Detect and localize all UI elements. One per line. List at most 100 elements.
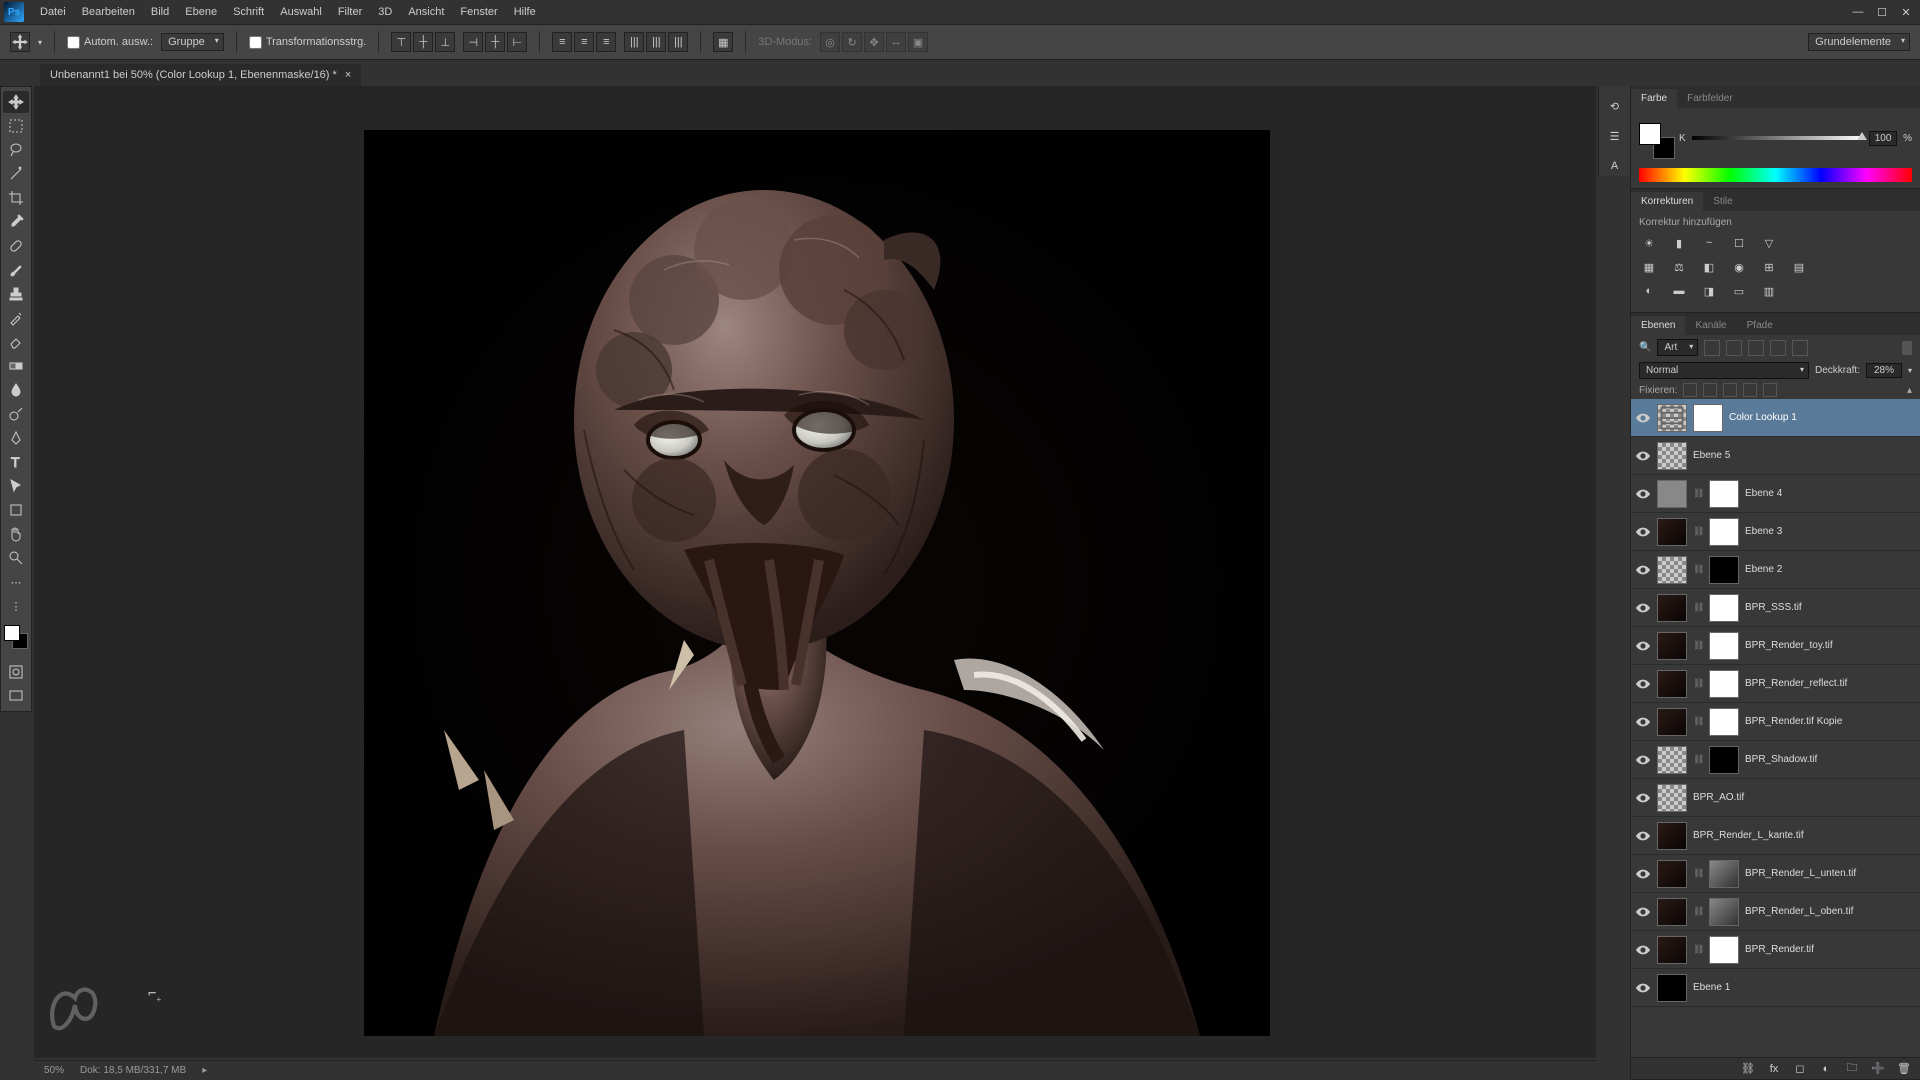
filter-toggle[interactable] <box>1902 341 1912 355</box>
3d-orbit-icon[interactable]: ◎ <box>820 32 840 52</box>
new-fill-adjustment-icon[interactable]: ◐ <box>1818 1061 1834 1077</box>
layer-row[interactable]: Ebene 1 <box>1631 969 1920 1007</box>
layer-row[interactable]: ⛓BPR_Render_reflect.tif <box>1631 665 1920 703</box>
menu-datei[interactable]: Datei <box>32 2 74 22</box>
menu-auswahl[interactable]: Auswahl <box>272 2 330 22</box>
layer-thumbnail[interactable] <box>1657 404 1687 432</box>
eraser-tool[interactable] <box>3 331 29 353</box>
menu-ebene[interactable]: Ebene <box>177 2 225 22</box>
layer-thumbnail[interactable] <box>1657 632 1687 660</box>
lock-pixels-icon[interactable] <box>1703 383 1717 397</box>
layer-row[interactable]: ⛓BPR_Render.tif <box>1631 931 1920 969</box>
opacity-input[interactable]: 28% <box>1866 363 1902 378</box>
tab-swatches[interactable]: Farbfelder <box>1677 89 1743 108</box>
dodge-tool[interactable] <box>3 403 29 425</box>
layer-name-label[interactable]: BPR_Render_L_unten.tif <box>1745 868 1856 879</box>
align-top-icon[interactable]: ⊤ <box>391 32 411 52</box>
distribute-left-icon[interactable]: ||| <box>624 32 644 52</box>
brush-tool[interactable] <box>3 259 29 281</box>
menu-filter[interactable]: Filter <box>330 2 370 22</box>
adj-curves-icon[interactable]: ~ <box>1699 234 1719 252</box>
marquee-tool[interactable] <box>3 115 29 137</box>
adj-posterize-icon[interactable]: ▬ <box>1669 282 1689 300</box>
adj-gradmap-icon[interactable]: ▭ <box>1729 282 1749 300</box>
stamp-tool[interactable] <box>3 283 29 305</box>
auto-select-checkbox[interactable]: Autom. ausw.: <box>67 36 153 49</box>
layer-thumbnail[interactable] <box>1657 974 1687 1002</box>
layer-visibility-icon[interactable] <box>1635 904 1651 920</box>
layer-mask-thumbnail[interactable] <box>1709 670 1739 698</box>
layer-row[interactable]: Ebene 5 <box>1631 437 1920 475</box>
color-spectrum[interactable] <box>1639 168 1912 182</box>
menu-schrift[interactable]: Schrift <box>225 2 272 22</box>
layer-mask-thumbnail[interactable] <box>1709 518 1739 546</box>
layer-mask-thumbnail[interactable] <box>1709 746 1739 774</box>
adj-selectivecolor-icon[interactable]: ▥ <box>1759 282 1779 300</box>
layer-visibility-icon[interactable] <box>1635 562 1651 578</box>
layer-row[interactable]: ⛓Ebene 4 <box>1631 475 1920 513</box>
layer-visibility-icon[interactable] <box>1635 486 1651 502</box>
layer-filter-select[interactable]: Art <box>1657 339 1698 356</box>
history-panel-icon[interactable]: ⟲ <box>1605 96 1625 116</box>
layer-name-label[interactable]: BPR_Render_toy.tif <box>1745 640 1833 651</box>
layer-name-label[interactable]: Ebene 4 <box>1745 488 1782 499</box>
filter-adjustment-icon[interactable] <box>1726 340 1742 356</box>
new-group-icon[interactable]: 🗀 <box>1844 1061 1860 1077</box>
document-tab[interactable]: Unbenannt1 bei 50% (Color Lookup 1, Eben… <box>40 64 361 86</box>
layer-mask-thumbnail[interactable] <box>1709 708 1739 736</box>
adj-hue-icon[interactable]: ▦ <box>1639 258 1659 276</box>
color-fgbg-mini[interactable] <box>1639 123 1669 153</box>
layer-mask-thumbnail[interactable] <box>1709 898 1739 926</box>
type-tool[interactable]: T <box>3 451 29 473</box>
layer-thumbnail[interactable] <box>1657 708 1687 736</box>
layer-mask-thumbnail[interactable] <box>1709 594 1739 622</box>
layer-mask-thumbnail[interactable] <box>1709 936 1739 964</box>
layer-thumbnail[interactable] <box>1657 670 1687 698</box>
move-tool[interactable] <box>3 91 29 113</box>
layer-name-label[interactable]: Color Lookup 1 <box>1729 412 1797 423</box>
blur-tool[interactable] <box>3 379 29 401</box>
link-layers-icon[interactable]: ⛓ <box>1740 1061 1756 1077</box>
layer-visibility-icon[interactable] <box>1635 410 1651 426</box>
align-left-icon[interactable]: ⊣ <box>463 32 483 52</box>
magic-wand-tool[interactable] <box>3 163 29 185</box>
layer-name-label[interactable]: Ebene 1 <box>1693 982 1730 993</box>
tab-channels[interactable]: Kanäle <box>1685 316 1736 335</box>
crop-tool[interactable] <box>3 187 29 209</box>
3d-roll-icon[interactable]: ↻ <box>842 32 862 52</box>
minimize-button[interactable]: — <box>1848 4 1868 20</box>
layer-row[interactable]: BPR_Render_L_kante.tif <box>1631 817 1920 855</box>
layer-thumbnail[interactable] <box>1657 784 1687 812</box>
color-slider[interactable] <box>1692 136 1863 140</box>
menu-hilfe[interactable]: Hilfe <box>506 2 544 22</box>
lock-position-icon[interactable] <box>1723 383 1737 397</box>
layer-visibility-icon[interactable] <box>1635 980 1651 996</box>
adj-bw-icon[interactable]: ◧ <box>1699 258 1719 276</box>
lasso-tool[interactable] <box>3 139 29 161</box>
layer-thumbnail[interactable] <box>1657 518 1687 546</box>
3d-pan-icon[interactable]: ✥ <box>864 32 884 52</box>
canvas-area[interactable] <box>34 86 1596 1058</box>
add-mask-icon[interactable]: ◻ <box>1792 1061 1808 1077</box>
tab-paths[interactable]: Pfade <box>1737 316 1783 335</box>
align-bottom-icon[interactable]: ⊥ <box>435 32 455 52</box>
menu-ansicht[interactable]: Ansicht <box>400 2 452 22</box>
fill-slider-thumb[interactable]: ▴ <box>1907 385 1912 396</box>
close-button[interactable]: ✕ <box>1896 4 1916 20</box>
screen-mode-icon[interactable] <box>3 685 29 707</box>
pen-tool[interactable] <box>3 427 29 449</box>
layer-name-label[interactable]: Ebene 3 <box>1745 526 1782 537</box>
adj-threshold-icon[interactable]: ◨ <box>1699 282 1719 300</box>
layer-row[interactable]: BPR_AO.tif <box>1631 779 1920 817</box>
adj-colorbal-icon[interactable]: ⚖ <box>1669 258 1689 276</box>
menu-bearbeiten[interactable]: Bearbeiten <box>74 2 143 22</box>
layer-list[interactable]: Color Lookup 1Ebene 5⛓Ebene 4⛓Ebene 3⛓Eb… <box>1631 399 1920 1057</box>
menu-3d[interactable]: 3D <box>370 2 400 22</box>
layer-visibility-icon[interactable] <box>1635 638 1651 654</box>
layer-mask-thumbnail[interactable] <box>1709 480 1739 508</box>
layer-row[interactable]: Color Lookup 1 <box>1631 399 1920 437</box>
tab-color[interactable]: Farbe <box>1631 89 1677 108</box>
auto-align-icon[interactable]: ▦ <box>713 32 733 52</box>
adj-colorlookup-icon[interactable]: ▤ <box>1789 258 1809 276</box>
layer-mask-thumbnail[interactable] <box>1709 860 1739 888</box>
